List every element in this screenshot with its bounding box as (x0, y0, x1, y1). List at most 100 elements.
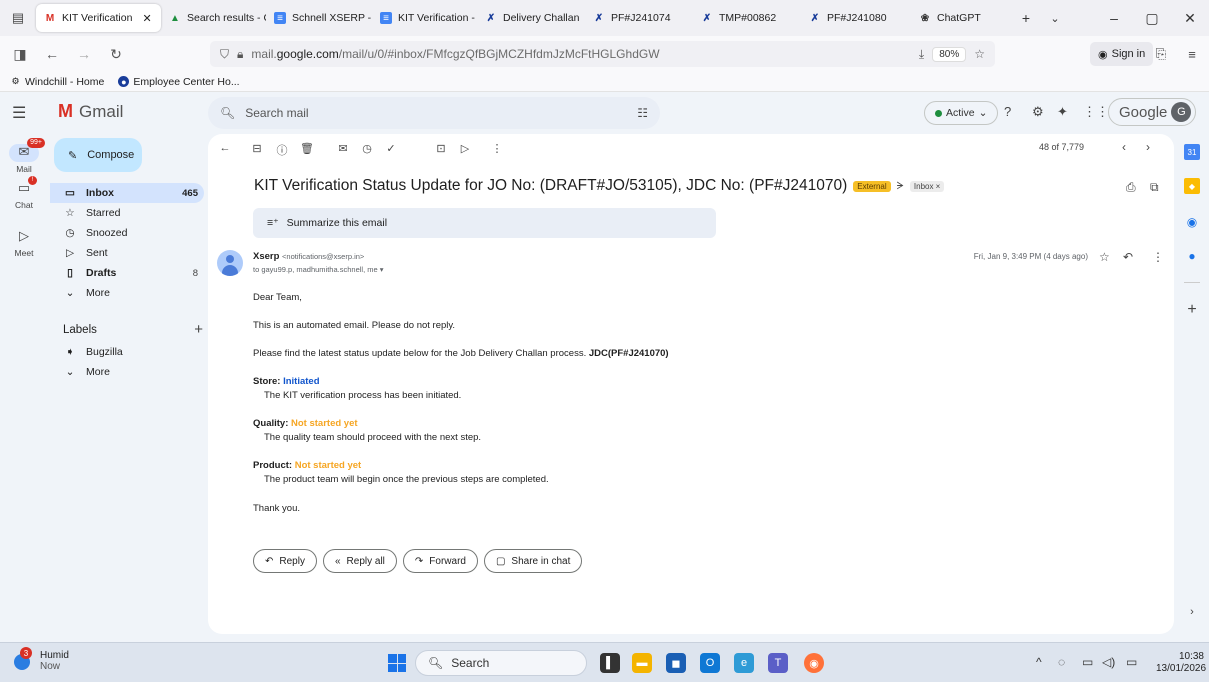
browser-tab[interactable]: ✗ TMP#00862 (693, 4, 801, 32)
mark-unread-icon[interactable]: ✉ (336, 142, 350, 155)
rail-chat[interactable]: ▭! Chat (0, 176, 48, 210)
battery-icon[interactable]: ▭ (1126, 655, 1137, 669)
sender-name[interactable]: Xserp (253, 251, 279, 262)
nav-item-more[interactable]: ⌄ More (50, 283, 204, 303)
file-explorer-icon[interactable]: ▬ (632, 653, 652, 673)
browser-tab[interactable]: ✗ PF#J241074 (585, 4, 693, 32)
newer-icon[interactable]: ‹ (1122, 140, 1126, 154)
bookmark-star-icon[interactable]: ☆ (974, 47, 985, 61)
gemini-icon[interactable]: ✦ (1057, 104, 1068, 120)
add-label-icon[interactable]: + (194, 321, 203, 338)
important-marker-icon[interactable]: ᗒ (897, 181, 904, 192)
bookmark-windchill[interactable]: ⚙ Windchill - Home (10, 76, 104, 88)
delete-icon[interactable]: 🗑︎ (300, 142, 314, 155)
browser-tab[interactable]: ≡ Schnell XSERP - K (266, 4, 372, 32)
more-options-icon[interactable]: ⋮ (490, 142, 504, 155)
extensions-icon[interactable]: ⎘ (1149, 42, 1173, 66)
add-to-tasks-icon[interactable]: ✓ (384, 142, 398, 155)
forward-icon[interactable]: → (72, 42, 96, 66)
settings-gear-icon[interactable]: ⚙ (1032, 104, 1044, 120)
reply-button[interactable]: ↶ Reply (253, 549, 317, 573)
nav-item-snoozed[interactable]: ◷ Snoozed (50, 223, 204, 243)
labels-more[interactable]: ⌄ More (50, 362, 204, 382)
taskbar-search[interactable]: 🔍︎ Search (415, 650, 587, 676)
compose-button[interactable]: ✎ Compose (54, 138, 142, 172)
back-to-inbox-icon[interactable]: ← (218, 142, 232, 154)
archive-icon[interactable]: ⊟ (250, 142, 264, 155)
expand-panel-icon[interactable]: › (1184, 604, 1200, 620)
search-options-icon[interactable]: ☷ (637, 106, 648, 120)
forward-button[interactable]: ↷ Forward (402, 549, 478, 573)
sign-in-button[interactable]: ◉ Sign in (1090, 42, 1154, 66)
search-bar[interactable]: 🔍︎ ☷ (208, 97, 660, 129)
reply-icon[interactable]: ↶ (1123, 250, 1133, 264)
add-addon-icon[interactable]: + (1184, 301, 1200, 318)
label-item-bugzilla[interactable]: ➧ Bugzilla (50, 342, 204, 362)
browser-tab[interactable]: ❀ ChatGPT (911, 4, 1011, 32)
nav-item-inbox[interactable]: ▭ Inbox 465 (50, 183, 204, 203)
help-icon[interactable]: ? (1004, 104, 1011, 119)
contacts-icon[interactable]: ● (1184, 248, 1200, 264)
open-new-window-icon[interactable]: ⧉ (1150, 180, 1159, 195)
browser-tab[interactable]: M KIT Verification ✕ (36, 4, 161, 32)
reload-icon[interactable]: ↻ (104, 42, 128, 66)
store-icon[interactable]: ◼ (666, 653, 686, 673)
sender-avatar[interactable] (217, 250, 243, 276)
hamburger-menu-icon[interactable]: ☰ (12, 103, 26, 123)
firefox-icon[interactable]: ◉ (804, 653, 824, 673)
status-selector[interactable]: Active ⌄ (924, 101, 999, 125)
calendar-icon[interactable]: 31 (1184, 144, 1200, 160)
minimize-icon[interactable]: – (1095, 0, 1133, 36)
download-icon[interactable]: ⤓ (919, 47, 924, 62)
nav-item-drafts[interactable]: ▯ Drafts 8 (50, 263, 204, 283)
browser-tab[interactable]: ▲ Search results - G (161, 4, 266, 32)
search-icon[interactable]: 🔍︎ (220, 106, 235, 120)
back-icon[interactable]: ← (40, 42, 64, 66)
volume-icon[interactable]: ◁) (1102, 655, 1115, 669)
task-view-icon[interactable]: ▌ (600, 653, 620, 673)
address-bar[interactable]: ⛉ 🔒︎ mail.google.com/mail/u/0/#inbox/FMf… (210, 41, 995, 67)
start-button-icon[interactable] (388, 654, 406, 672)
menu-icon[interactable]: ≡ (1180, 42, 1204, 66)
tray-overflow-icon[interactable]: ^ (1036, 655, 1042, 669)
lock-icon[interactable]: 🔒︎ (237, 47, 243, 62)
summarize-button[interactable]: ≡⁺ Summarize this email (253, 208, 716, 238)
older-icon[interactable]: › (1146, 140, 1150, 154)
reply-all-button[interactable]: « Reply all (322, 549, 397, 573)
edge-icon[interactable]: e (734, 653, 754, 673)
teams-icon[interactable]: T (768, 653, 788, 673)
copilot-icon[interactable]: ◌ (1058, 655, 1065, 669)
rail-meet[interactable]: ▷ Meet (0, 228, 48, 258)
labels-icon[interactable]: ▷ (458, 142, 472, 155)
rail-mail[interactable]: ✉ 99+ Mail (0, 138, 48, 174)
tab-overflow-icon[interactable]: ⌄ (1041, 0, 1069, 36)
nav-item-starred[interactable]: ☆ Starred (50, 203, 204, 223)
browser-tab[interactable]: ✗ Delivery Challan (477, 4, 585, 32)
nav-item-sent[interactable]: ▷ Sent (50, 243, 204, 263)
bookmark-employee-center[interactable]: ● Employee Center Ho... (118, 76, 240, 88)
shield-icon[interactable]: ⛉ (220, 47, 229, 62)
recipients-line[interactable]: to gayu99.p, madhumitha.schnell, me ▾ (253, 265, 384, 274)
system-clock[interactable]: 10:38 13/01/2026 (1156, 651, 1206, 675)
restore-icon[interactable]: ▢ (1133, 0, 1171, 36)
move-to-icon[interactable]: ⊡ (434, 142, 448, 155)
browser-tab[interactable]: ✗ PF#J241080 (801, 4, 911, 32)
outlook-icon[interactable]: O (700, 653, 720, 673)
sidebar-toggle-icon[interactable]: ◨ (8, 42, 32, 66)
google-account-button[interactable]: Google G (1108, 98, 1197, 126)
tab-list-icon[interactable]: ▤ (0, 0, 36, 36)
print-icon[interactable]: ⎙ (1126, 180, 1136, 195)
keep-icon[interactable]: ◆ (1184, 178, 1200, 194)
close-icon[interactable]: ✕ (142, 12, 151, 25)
browser-tab[interactable]: ≡ KIT Verification - | (372, 4, 477, 32)
snooze-icon[interactable]: ◷ (360, 142, 374, 155)
weather-widget[interactable]: 3 Humid Now (10, 647, 69, 673)
window-close-icon[interactable]: ✕ (1171, 0, 1209, 36)
search-input[interactable] (245, 106, 628, 120)
gmail-logo[interactable]: M Gmail (58, 101, 123, 122)
network-icon[interactable]: ▭ (1082, 655, 1093, 669)
message-more-icon[interactable]: ⋮ (1152, 250, 1164, 264)
inbox-label-chip[interactable]: Inbox × (909, 180, 945, 192)
tasks-icon[interactable]: ◉ (1184, 214, 1200, 230)
report-spam-icon[interactable]: ⓘ (275, 142, 289, 158)
